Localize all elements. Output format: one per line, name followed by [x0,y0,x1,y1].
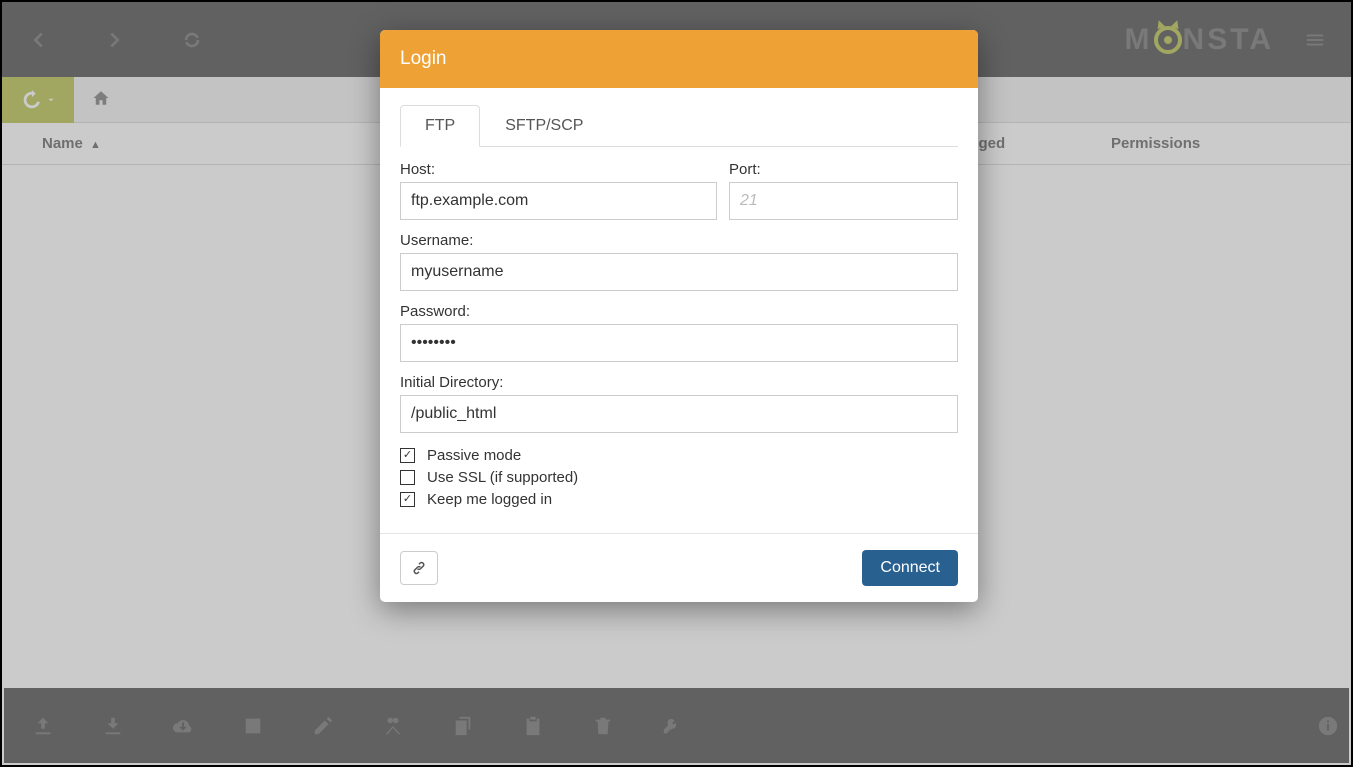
host-input[interactable] [400,182,717,220]
username-input[interactable] [400,253,958,291]
ssl-checkbox[interactable] [400,470,415,485]
passive-label: Passive mode [427,447,521,464]
connect-button[interactable]: Connect [862,550,958,586]
host-label: Host: [400,161,717,178]
modal-title: Login [380,30,978,88]
link-button[interactable] [400,551,438,585]
username-label: Username: [400,232,958,249]
password-input[interactable] [400,324,958,362]
port-input[interactable] [729,182,958,220]
passive-checkbox[interactable]: ✓ [400,448,415,463]
login-modal: Login FTP SFTP/SCP Host: Port: Username: [380,30,978,602]
remember-checkbox[interactable]: ✓ [400,492,415,507]
password-label: Password: [400,303,958,320]
ssl-label: Use SSL (if supported) [427,469,578,486]
initial-dir-input[interactable] [400,395,958,433]
port-label: Port: [729,161,958,178]
remember-label: Keep me logged in [427,491,552,508]
tab-sftp[interactable]: SFTP/SCP [480,105,608,147]
login-tabs: FTP SFTP/SCP [400,104,958,147]
initial-dir-label: Initial Directory: [400,374,958,391]
tab-ftp[interactable]: FTP [400,105,480,147]
